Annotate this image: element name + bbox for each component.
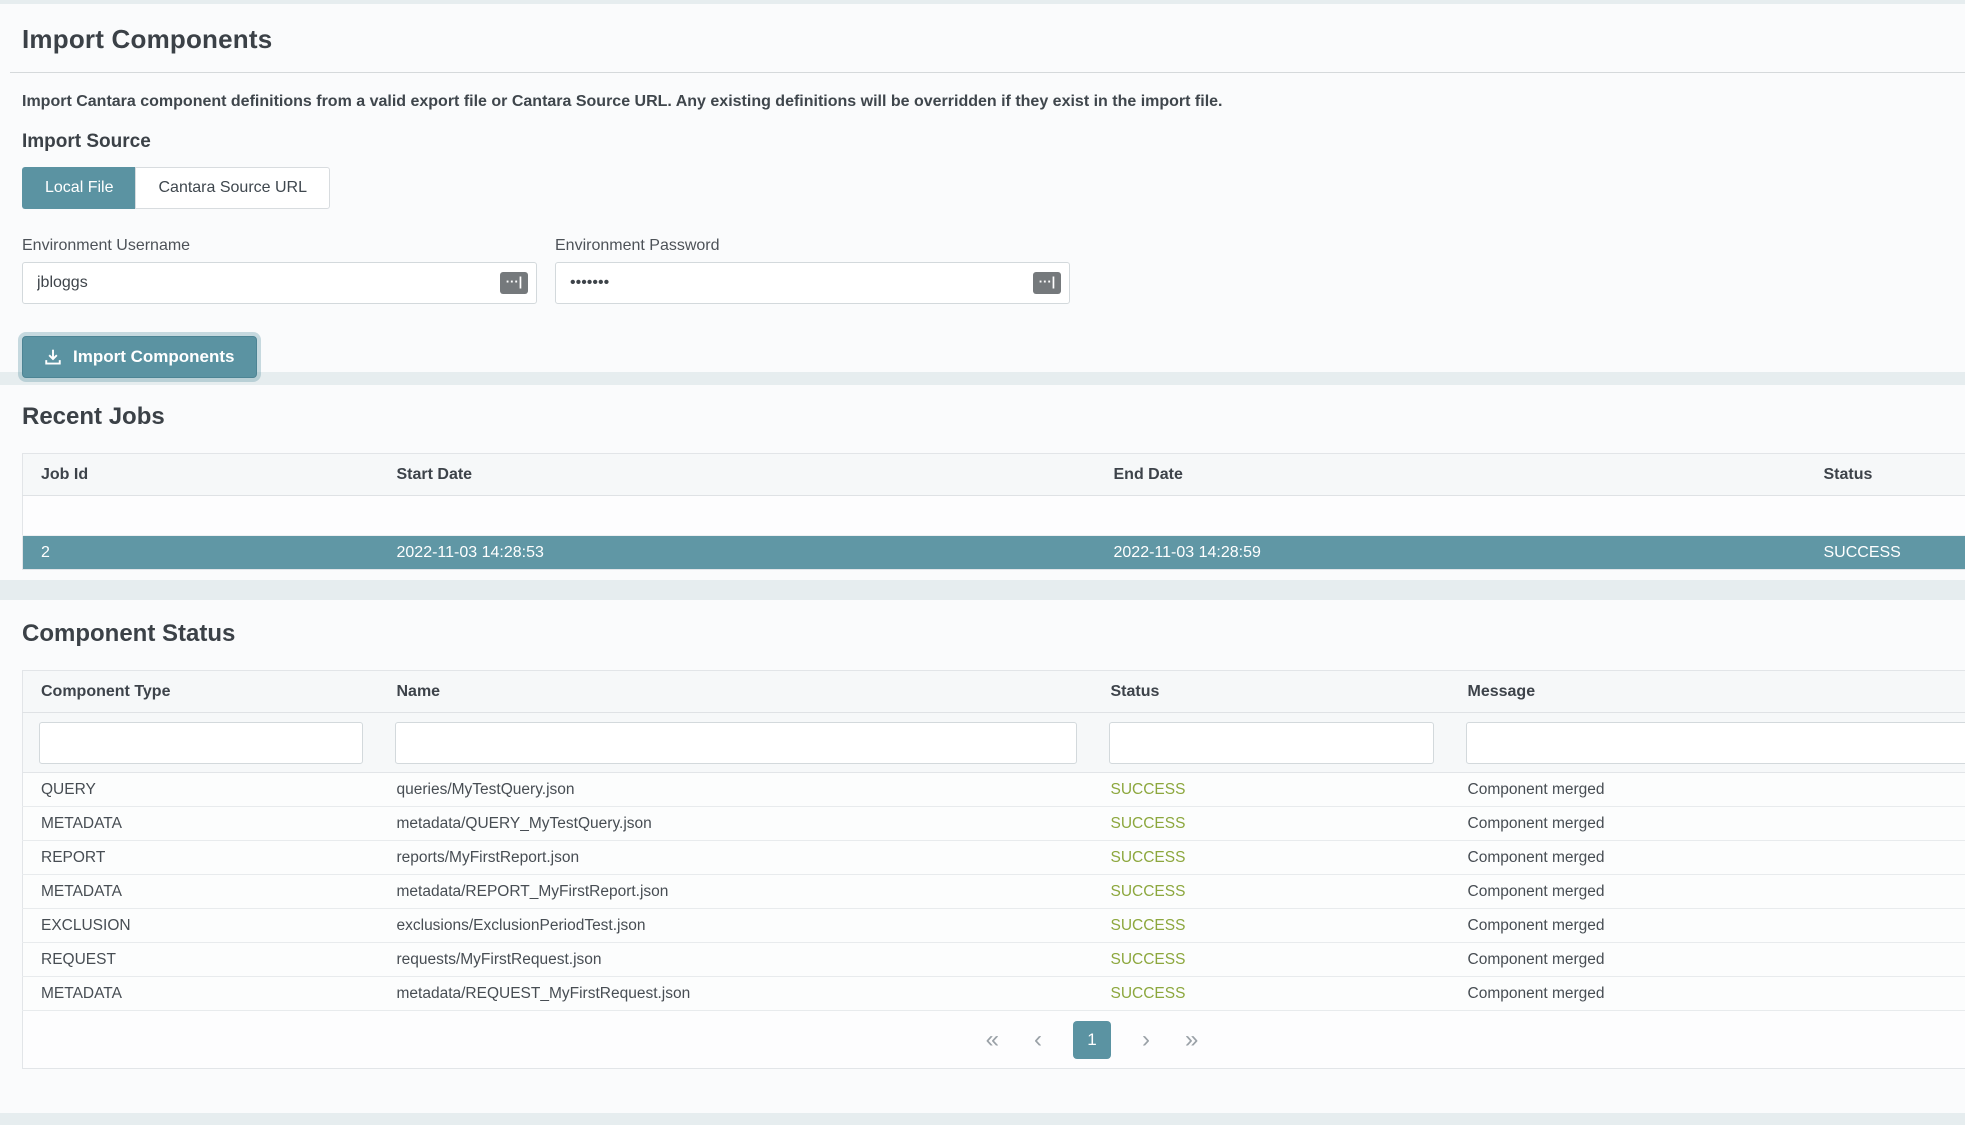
component-status-panel: Component Status Component Type Name Sta… (0, 600, 1965, 1113)
environment-username-input[interactable] (22, 262, 537, 304)
component-status-cell: SUCCESS (1093, 909, 1450, 943)
column-header-component-type: Component Type (23, 671, 379, 713)
component-status-body: QUERY queries/MyTestQuery.json SUCCESS C… (23, 773, 1965, 1011)
credentials-row: Environment Username ···| Environment Pa… (22, 237, 1941, 304)
autofill-icon[interactable]: ···| (500, 272, 528, 294)
component-type-cell: METADATA (23, 875, 379, 909)
component-name-cell: reports/MyFirstReport.json (379, 841, 1093, 875)
filter-status-input[interactable] (1109, 722, 1434, 764)
component-status-row[interactable]: METADATA metadata/REPORT_MyFirstReport.j… (23, 875, 1965, 909)
component-status-cell: SUCCESS (1093, 977, 1450, 1011)
component-message-cell: Component merged (1450, 909, 1965, 943)
component-status-row[interactable]: REQUEST requests/MyFirstRequest.json SUC… (23, 943, 1965, 977)
component-message-cell: Component merged (1450, 841, 1965, 875)
component-status-cell: SUCCESS (1093, 773, 1450, 807)
job-id-cell: 2 (23, 536, 379, 570)
job-row-selected[interactable]: 2 2022-11-03 14:28:53 2022-11-03 14:28:5… (23, 536, 1965, 570)
filter-row (23, 713, 1965, 773)
component-message-cell: Component merged (1450, 943, 1965, 977)
current-page-button[interactable]: 1 (1073, 1021, 1111, 1059)
filter-message-input[interactable] (1466, 722, 1965, 764)
job-status-cell: SUCCESS (1806, 536, 1965, 570)
environment-username-field: Environment Username ···| (22, 237, 537, 304)
filter-component-type-input[interactable] (39, 722, 363, 764)
component-status-cell: SUCCESS (1093, 807, 1450, 841)
component-status-row[interactable]: METADATA metadata/REQUEST_MyFirstRequest… (23, 977, 1965, 1011)
last-page-button[interactable]: » (1181, 1028, 1202, 1052)
component-status-row[interactable]: EXCLUSION exclusions/ExclusionPeriodTest… (23, 909, 1965, 943)
first-page-button[interactable]: « (982, 1028, 1003, 1052)
next-page-button[interactable]: › (1138, 1028, 1154, 1052)
page-title: Import Components (22, 24, 1941, 55)
environment-username-label: Environment Username (22, 237, 537, 255)
component-message-cell: Component merged (1450, 773, 1965, 807)
pagination: « ‹ 1 › » (41, 1021, 1965, 1059)
component-type-cell: QUERY (23, 773, 379, 807)
recent-jobs-table: Job Id Start Date End Date Status 2 2022… (22, 453, 1965, 570)
column-header-job-id: Job Id (23, 454, 379, 496)
component-name-cell: queries/MyTestQuery.json (379, 773, 1093, 807)
previous-page-button[interactable]: ‹ (1030, 1028, 1046, 1052)
page-description: Import Cantara component definitions fro… (22, 93, 1941, 111)
component-name-cell: metadata/QUERY_MyTestQuery.json (379, 807, 1093, 841)
component-name-cell: requests/MyFirstRequest.json (379, 943, 1093, 977)
column-header-name: Name (379, 671, 1093, 713)
component-type-cell: EXCLUSION (23, 909, 379, 943)
column-header-status: Status (1806, 454, 1965, 496)
recent-jobs-header-row: Job Id Start Date End Date Status (23, 454, 1965, 496)
recent-jobs-panel: Recent Jobs Job Id Start Date End Date S… (0, 385, 1965, 580)
import-components-button[interactable]: Import Components (22, 336, 257, 378)
component-status-cell: SUCCESS (1093, 841, 1450, 875)
environment-password-field: Environment Password ···| (555, 237, 1070, 304)
component-name-cell: exclusions/ExclusionPeriodTest.json (379, 909, 1093, 943)
component-status-table: Component Type Name Status Message QUERY… (22, 670, 1965, 1069)
column-header-start-date: Start Date (379, 454, 1096, 496)
import-source-toggle: Local File Cantara Source URL (22, 167, 330, 209)
download-icon (44, 348, 62, 366)
component-status-cell: SUCCESS (1093, 875, 1450, 909)
component-status-cell: SUCCESS (1093, 943, 1450, 977)
component-status-row[interactable]: REPORT reports/MyFirstReport.json SUCCES… (23, 841, 1965, 875)
component-name-cell: metadata/REQUEST_MyFirstRequest.json (379, 977, 1093, 1011)
recent-jobs-heading: Recent Jobs (22, 403, 1965, 431)
component-status-heading: Component Status (22, 620, 1965, 648)
component-type-cell: REPORT (23, 841, 379, 875)
component-type-cell: REQUEST (23, 943, 379, 977)
environment-password-input[interactable] (555, 262, 1070, 304)
job-start-cell: 2022-11-03 14:28:53 (379, 536, 1096, 570)
component-type-cell: METADATA (23, 807, 379, 841)
toggle-local-file[interactable]: Local File (22, 167, 135, 209)
column-header-end-date: End Date (1096, 454, 1806, 496)
column-header-message: Message (1450, 671, 1965, 713)
toggle-cantara-source-url[interactable]: Cantara Source URL (135, 167, 330, 209)
empty-row (23, 496, 1965, 536)
pagination-row: « ‹ 1 › » (23, 1011, 1965, 1069)
component-message-cell: Component merged (1450, 807, 1965, 841)
component-status-row[interactable]: METADATA metadata/QUERY_MyTestQuery.json… (23, 807, 1965, 841)
import-source-heading: Import Source (22, 131, 1941, 153)
component-name-cell: metadata/REPORT_MyFirstReport.json (379, 875, 1093, 909)
import-components-button-label: Import Components (73, 347, 235, 367)
column-header-status: Status (1093, 671, 1450, 713)
component-status-row[interactable]: QUERY queries/MyTestQuery.json SUCCESS C… (23, 773, 1965, 807)
environment-password-label: Environment Password (555, 237, 1070, 255)
filter-name-input[interactable] (395, 722, 1077, 764)
component-type-cell: METADATA (23, 977, 379, 1011)
autofill-icon[interactable]: ···| (1033, 272, 1061, 294)
component-message-cell: Component merged (1450, 977, 1965, 1011)
title-divider (10, 72, 1965, 73)
component-status-header-row: Component Type Name Status Message (23, 671, 1965, 713)
job-end-cell: 2022-11-03 14:28:59 (1096, 536, 1806, 570)
component-message-cell: Component merged (1450, 875, 1965, 909)
import-components-panel: Import Components Import Cantara compone… (0, 4, 1965, 372)
